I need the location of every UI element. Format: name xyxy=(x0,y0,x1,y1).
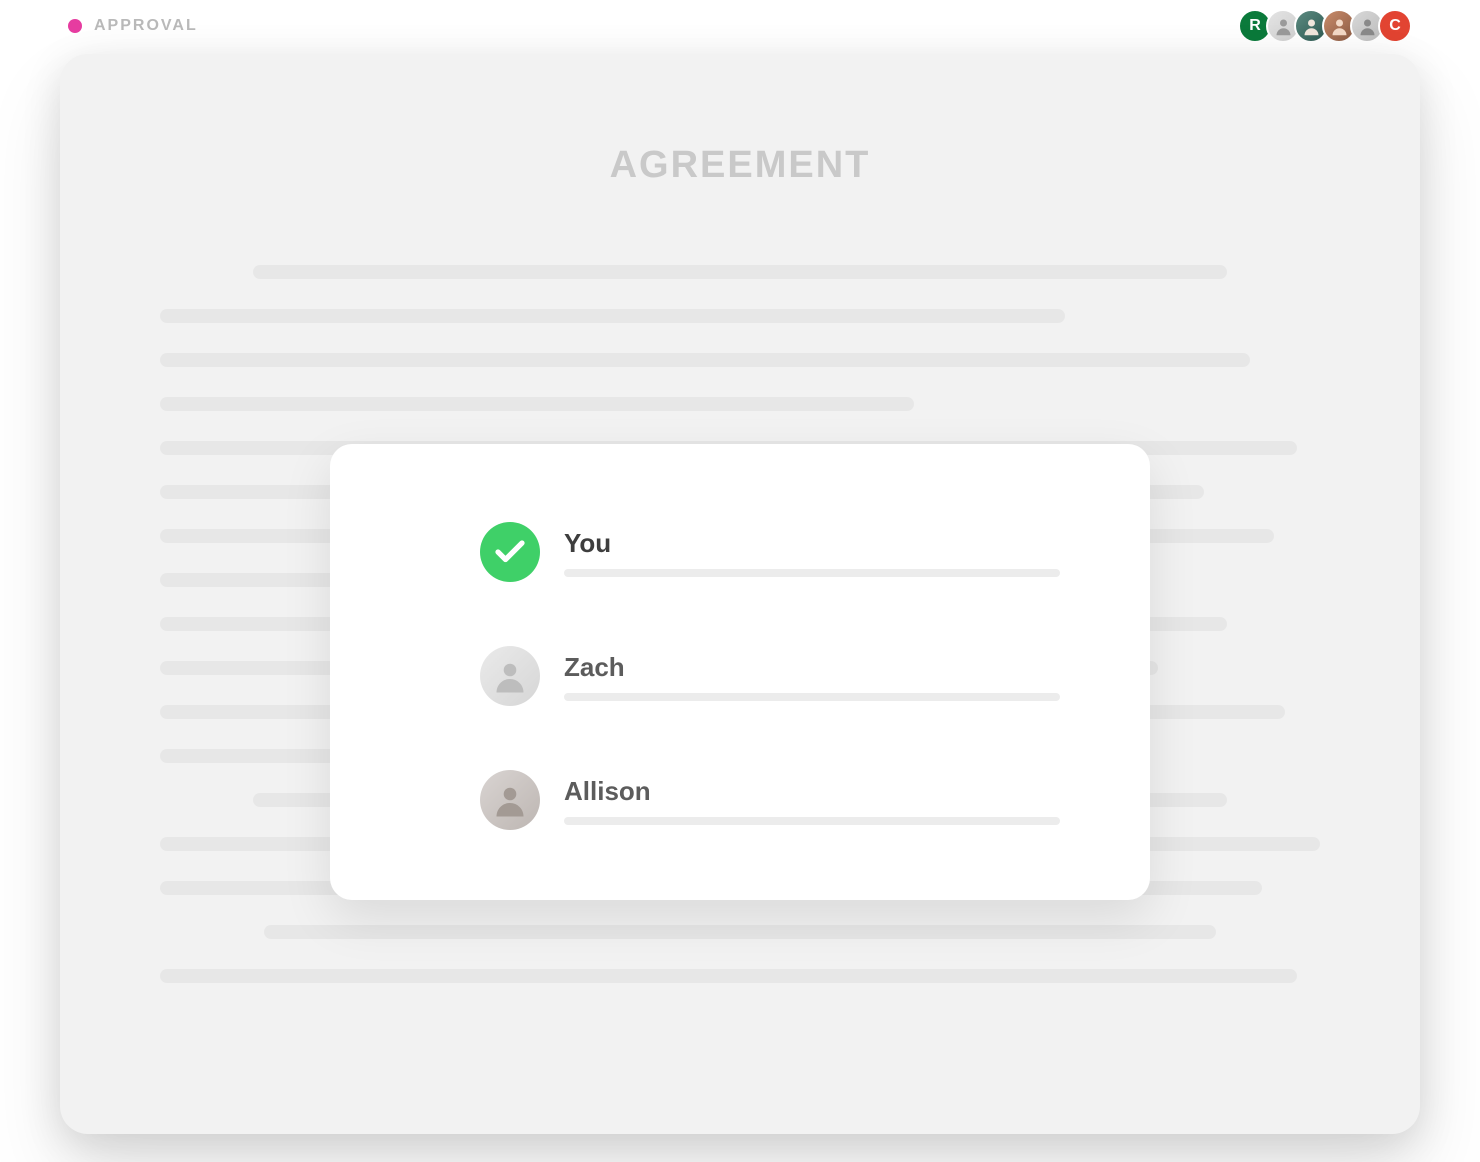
approver-row: You xyxy=(480,522,1060,582)
approver-name: Zach xyxy=(564,652,1060,683)
collaborator-avatars: R C xyxy=(1238,9,1412,43)
skeleton-line xyxy=(253,265,1227,279)
status-dot-icon xyxy=(68,19,82,33)
document-title: AGREEMENT xyxy=(160,144,1320,187)
avatar-initial[interactable]: C xyxy=(1378,9,1412,43)
top-bar: APPROVAL R C xyxy=(60,10,1420,42)
person-icon xyxy=(1357,16,1378,37)
approvers-card: You Zach Allison xyxy=(330,444,1150,900)
signature-line xyxy=(564,693,1060,701)
signature-line xyxy=(564,817,1060,825)
document-card: AGREEMENT You xyxy=(60,54,1420,1134)
person-icon xyxy=(1329,16,1350,37)
approver-row: Zach xyxy=(480,646,1060,706)
avatar-photo xyxy=(480,646,540,706)
status-tag: APPROVAL xyxy=(68,17,198,35)
approver-name: You xyxy=(564,528,1060,559)
skeleton-line xyxy=(160,353,1250,367)
person-icon xyxy=(492,782,528,818)
person-icon xyxy=(492,658,528,694)
skeleton-line xyxy=(264,925,1215,939)
approver-row: Allison xyxy=(480,770,1060,830)
skeleton-line xyxy=(160,397,914,411)
skeleton-line xyxy=(160,969,1297,983)
approver-name: Allison xyxy=(564,776,1060,807)
avatar-photo xyxy=(480,770,540,830)
skeleton-line xyxy=(160,309,1065,323)
check-icon xyxy=(480,522,540,582)
status-label: APPROVAL xyxy=(94,17,198,35)
person-icon xyxy=(1273,16,1294,37)
person-icon xyxy=(1301,16,1322,37)
signature-line xyxy=(564,569,1060,577)
